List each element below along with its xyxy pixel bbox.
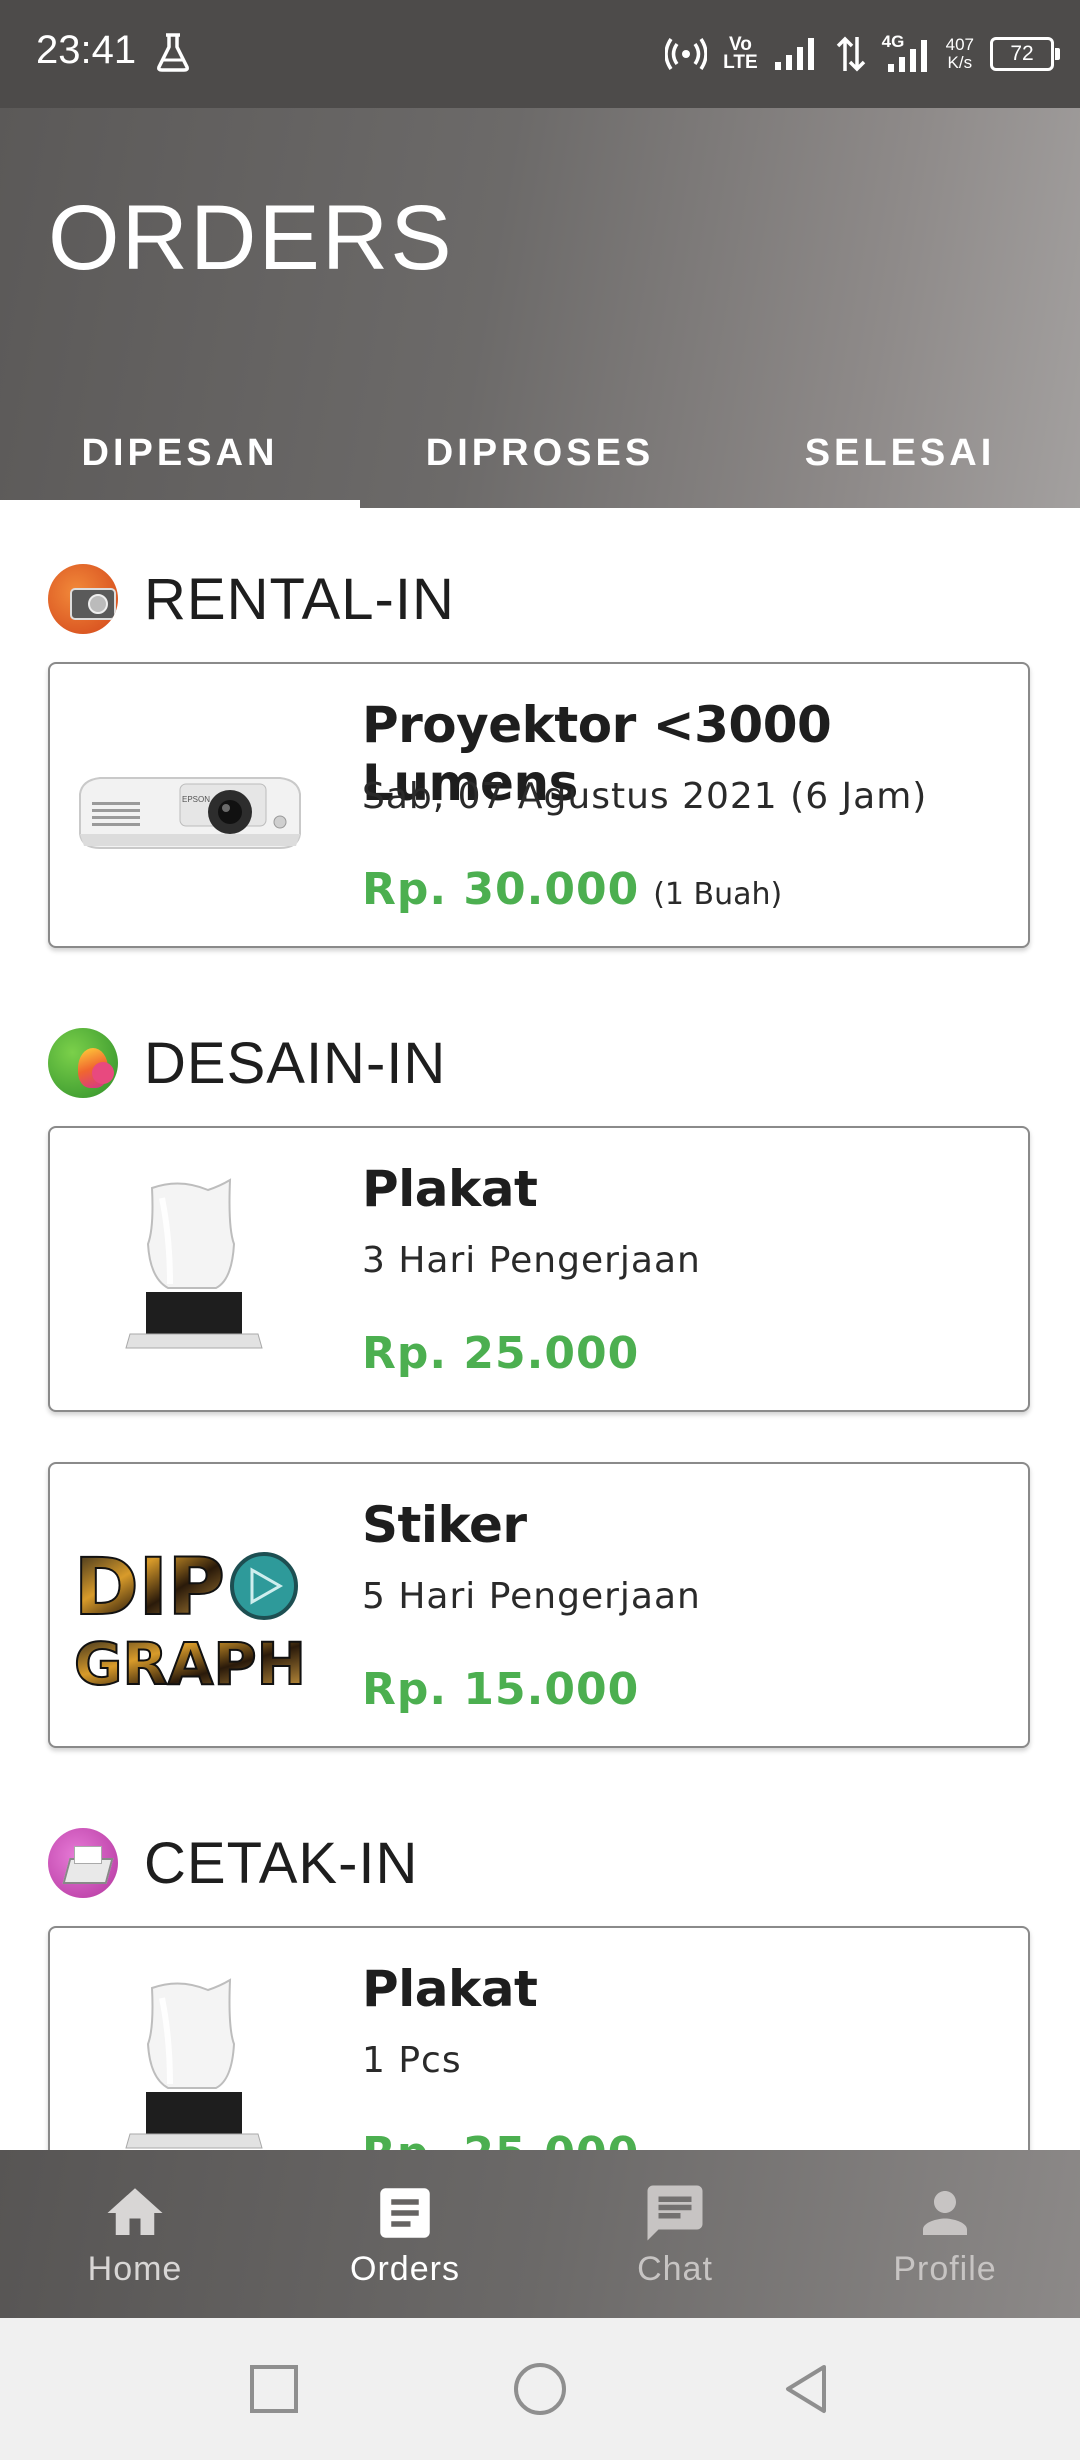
order-price: Rp. 15.000: [362, 1664, 640, 1715]
order-subtitle: Sab, 07 Agustus 2021 (6 Jam): [362, 776, 928, 817]
order-subtitle: 5 Hari Pengerjaan: [362, 1576, 701, 1617]
order-card[interactable]: Plakat 1 Pcs Rp. 25.000: [48, 1926, 1030, 2150]
status-icons: Vo LTE 4G 407 K/s 72: [665, 24, 1060, 84]
projector-image: EPSON: [70, 684, 310, 924]
orders-list[interactable]: RENTAL-IN EPSON Proyektor <3000 Lumens S…: [0, 508, 1080, 2150]
section-title: RENTAL-IN: [144, 566, 455, 632]
data-transfer-icon: [836, 36, 865, 72]
home-button-icon[interactable]: [512, 2361, 568, 2417]
price-row: Rp. 15.000: [362, 1664, 639, 1715]
recent-apps-icon[interactable]: [246, 2361, 302, 2417]
section-header-rental: RENTAL-IN: [48, 564, 455, 634]
tab-diproses[interactable]: DIPROSES: [360, 398, 720, 508]
flask-icon: [157, 33, 189, 72]
section-title: DESAIN-IN: [144, 1030, 447, 1096]
section-header-cetak: CETAK-IN: [48, 1828, 418, 1898]
order-price: Rp. 30.000: [362, 864, 640, 915]
sticker-image: DIP GRAPH: [70, 1484, 310, 1724]
page-title: ORDERS: [48, 187, 454, 289]
orders-icon: [380, 2187, 430, 2238]
projector-brand-label: EPSON: [182, 795, 210, 804]
home-icon: [107, 2187, 163, 2235]
design-category-icon: [48, 1028, 118, 1098]
order-title: Stiker: [362, 1496, 527, 1554]
status-time: 23:41: [36, 28, 137, 72]
price-row: Rp. 25.000: [362, 1328, 639, 1379]
volte-indicator: Vo LTE: [723, 34, 758, 73]
battery-level: 72: [1010, 42, 1034, 65]
back-icon[interactable]: [778, 2361, 834, 2417]
battery-icon: 72: [990, 37, 1060, 71]
print-category-icon: [48, 1828, 118, 1898]
chat-icon: [647, 2185, 703, 2240]
profile-icon: [923, 2190, 967, 2235]
order-price: Rp. 25.000: [362, 1328, 640, 1379]
system-navigation-bar: [0, 2318, 1080, 2460]
tab-selesai[interactable]: SELESAI: [720, 398, 1080, 508]
sticker-text-top: DIP: [74, 1543, 225, 1633]
order-subtitle: 3 Hari Pengerjaan: [362, 1240, 701, 1281]
order-title: Plakat: [362, 1160, 538, 1218]
order-card[interactable]: EPSON Proyektor <3000 Lumens Sab, 07 Agu…: [48, 662, 1030, 948]
network-speed: 407 K/s: [945, 35, 974, 72]
signal-icon: [774, 38, 814, 70]
tab-dipesan[interactable]: DIPESAN: [0, 398, 360, 508]
section-header-desain: DESAIN-IN: [48, 1028, 446, 1098]
order-card[interactable]: Plakat 3 Hari Pengerjaan Rp. 25.000: [48, 1126, 1030, 1412]
nav-chat[interactable]: Chat: [540, 2150, 810, 2318]
nav-home[interactable]: Home: [0, 2150, 270, 2318]
nav-orders[interactable]: Orders: [270, 2150, 540, 2318]
nav-label: Home: [87, 2249, 183, 2288]
order-tabs: DIPESAN DIPROSES SELESAI: [0, 398, 1080, 508]
signal-4g: 4G: [882, 32, 930, 74]
order-title: Plakat: [362, 1960, 538, 2018]
nav-profile[interactable]: Profile: [810, 2150, 1080, 2318]
nav-label: Chat: [637, 2249, 713, 2288]
nav-label: Profile: [893, 2249, 997, 2288]
sticker-text-bottom: GRAPH: [74, 1630, 306, 1698]
order-quantity: (1 Buah): [653, 877, 783, 912]
app-header: ORDERS DIPESAN DIPROSES SELESAI: [0, 108, 1080, 508]
order-card[interactable]: DIP GRAPH Stiker 5 Hari Pengerjaan Rp. 1…: [48, 1462, 1030, 1748]
nav-label: Orders: [350, 2249, 460, 2288]
signal-icon: [887, 40, 927, 72]
plaque-image: [70, 1148, 310, 1388]
section-title: CETAK-IN: [144, 1830, 419, 1896]
projector-category-icon: [48, 564, 118, 634]
order-subtitle: 1 Pcs: [362, 2040, 462, 2081]
price-row: Rp. 25.000: [362, 2128, 639, 2150]
plaque-image: [70, 1948, 310, 2150]
hotspot-icon: [665, 38, 708, 70]
status-bar: 23:41 Vo LTE 4G 407 K/s 72: [0, 0, 1080, 108]
order-price: Rp. 25.000: [362, 2128, 639, 2150]
price-row: Rp. 30.000 (1 Buah): [362, 864, 782, 915]
bottom-navigation: Home Orders Chat Profile: [0, 2150, 1080, 2318]
